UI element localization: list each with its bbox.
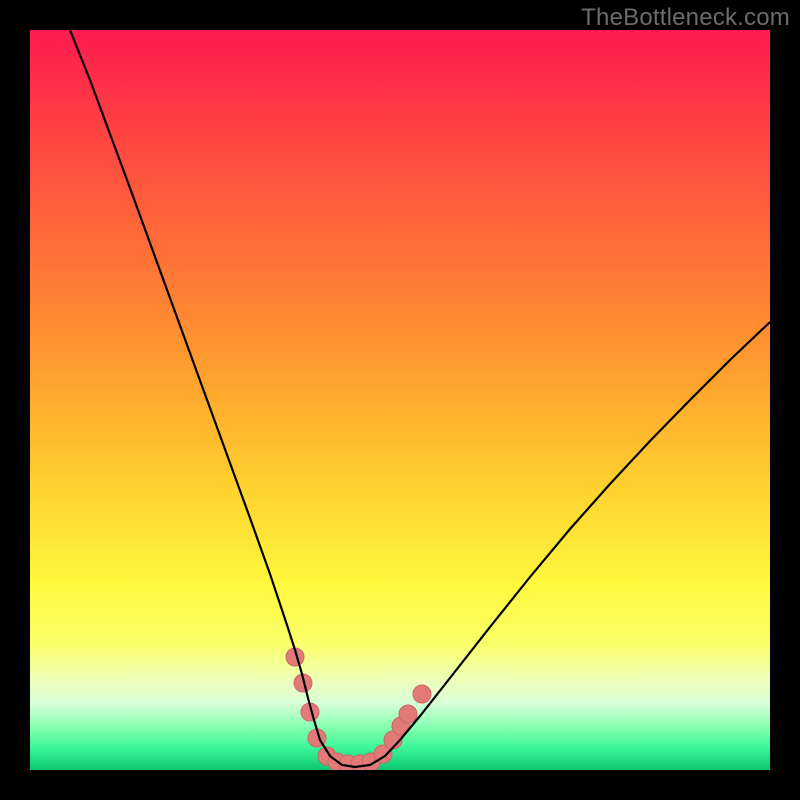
marker-dot [413, 685, 431, 703]
plot-area [30, 30, 770, 770]
watermark-text: TheBottleneck.com [581, 4, 790, 32]
marker-dot [399, 705, 417, 723]
curve-layer [30, 30, 770, 770]
trough-markers [286, 648, 431, 770]
left-curve [70, 30, 355, 767]
chart-frame: TheBottleneck.com [0, 0, 800, 800]
